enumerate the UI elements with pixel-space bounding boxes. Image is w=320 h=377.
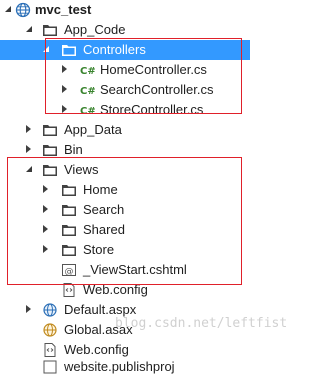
tree-item-views-home[interactable]: Home bbox=[0, 180, 250, 200]
tree-item-mvc-test[interactable]: mvc_test bbox=[0, 0, 250, 20]
svg-text:C#: C# bbox=[80, 106, 95, 117]
razor-file-icon: @ bbox=[62, 264, 76, 277]
folder-icon bbox=[43, 125, 57, 136]
folder-icon bbox=[62, 205, 76, 216]
expand-arrow-icon[interactable] bbox=[24, 160, 34, 180]
tree-item-app-code[interactable]: App_Code bbox=[0, 20, 250, 40]
tree-item-label: Home bbox=[83, 182, 118, 197]
svg-text:C#: C# bbox=[80, 66, 95, 77]
expand-arrow-icon[interactable] bbox=[60, 100, 70, 120]
folder-icon bbox=[43, 165, 57, 176]
csharp-file-icon: C# bbox=[80, 86, 95, 97]
global-file-icon bbox=[43, 323, 57, 337]
tree-item-label: App_Code bbox=[64, 22, 126, 37]
tree-item-label: Search bbox=[83, 202, 125, 217]
watermark-text: blog.csdn.net/leftfist bbox=[115, 316, 288, 331]
tree-item-views-shared[interactable]: Shared bbox=[0, 220, 250, 240]
tree-item-searchcontroller[interactable]: C# SearchController.cs bbox=[0, 80, 250, 100]
csharp-file-icon: C# bbox=[80, 66, 95, 77]
tree-item-views-web-config[interactable]: Web.config bbox=[0, 280, 250, 300]
expand-arrow-icon[interactable] bbox=[24, 20, 34, 40]
csharp-file-icon: C# bbox=[80, 106, 95, 117]
tree-item-publishproj[interactable]: website.publishproj bbox=[0, 357, 250, 377]
expand-arrow-icon[interactable] bbox=[41, 180, 51, 200]
expand-arrow-icon[interactable] bbox=[24, 300, 34, 320]
tree-item-viewstart[interactable]: @ _ViewStart.cshtml bbox=[0, 260, 250, 280]
folder-icon bbox=[62, 185, 76, 196]
svg-text:@: @ bbox=[65, 267, 74, 277]
expand-arrow-icon[interactable] bbox=[41, 240, 51, 260]
svg-text:C#: C# bbox=[80, 86, 95, 97]
config-file-icon bbox=[44, 343, 56, 357]
tree-item-storecontroller[interactable]: C# StoreController.cs bbox=[0, 100, 250, 120]
expand-arrow-icon[interactable] bbox=[24, 120, 34, 140]
web-page-icon bbox=[43, 303, 57, 317]
tree-item-label: Web.config bbox=[83, 282, 148, 297]
expand-arrow-icon[interactable] bbox=[24, 140, 34, 160]
tree-item-label: Shared bbox=[83, 222, 125, 237]
tree-item-label: HomeController.cs bbox=[100, 62, 207, 77]
tree-item-homecontroller[interactable]: C# HomeController.cs bbox=[0, 60, 250, 80]
tree-item-label: website.publishproj bbox=[64, 359, 175, 374]
folder-icon bbox=[62, 225, 76, 236]
tree-item-label: Bin bbox=[64, 142, 83, 157]
expand-arrow-icon[interactable] bbox=[41, 40, 51, 60]
folder-icon bbox=[62, 45, 76, 56]
expand-arrow-icon[interactable] bbox=[60, 60, 70, 80]
tree-item-label: _ViewStart.cshtml bbox=[83, 262, 187, 277]
folder-icon bbox=[43, 25, 57, 36]
tree-item-label: Store bbox=[83, 242, 115, 257]
tree-item-label: SearchController.cs bbox=[100, 82, 214, 97]
tree-item-label: App_Data bbox=[64, 122, 122, 137]
tree-item-label: mvc_test bbox=[35, 2, 92, 17]
expand-arrow-icon[interactable] bbox=[60, 80, 70, 100]
tree-item-label: Views bbox=[64, 162, 99, 177]
project-file-icon bbox=[43, 360, 57, 374]
tree-item-views-search[interactable]: Search bbox=[0, 200, 250, 220]
expand-arrow-icon[interactable] bbox=[41, 200, 51, 220]
tree-item-label: StoreController.cs bbox=[100, 102, 204, 117]
config-file-icon bbox=[63, 283, 75, 297]
expand-arrow-icon[interactable] bbox=[41, 220, 51, 240]
tree-item-bin[interactable]: Bin bbox=[0, 140, 250, 160]
folder-icon bbox=[62, 245, 76, 256]
tree-item-controllers[interactable]: Controllers bbox=[0, 40, 250, 60]
tree-item-app-data[interactable]: App_Data bbox=[0, 120, 250, 140]
expand-arrow-icon[interactable] bbox=[3, 0, 13, 20]
tree-item-views[interactable]: Views bbox=[0, 160, 250, 180]
tree-item-label: Controllers bbox=[83, 42, 146, 57]
tree-item-views-store[interactable]: Store bbox=[0, 240, 250, 260]
globe-icon bbox=[15, 2, 31, 18]
folder-icon bbox=[43, 145, 57, 156]
